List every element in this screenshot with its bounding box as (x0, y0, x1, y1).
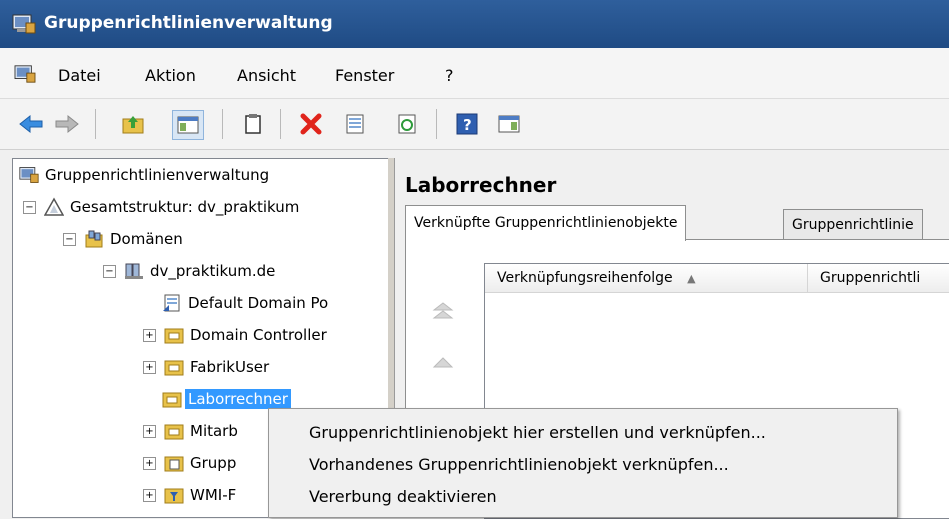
tree-item[interactable]: + Domain Controller (143, 325, 327, 345)
ou-folder-icon (162, 392, 182, 408)
tree-item-label: Default Domain Po (188, 294, 329, 312)
tree-root[interactable]: Gruppenrichtlinienverwaltung (19, 165, 269, 185)
tab-gpo-inheritance[interactable]: Gruppenrichtlinie (783, 209, 923, 240)
menu-aktion[interactable]: Aktion (145, 66, 196, 85)
gpmc-console-icon[interactable] (14, 64, 36, 84)
expand-icon[interactable]: + (143, 328, 156, 342)
forest-triangle-icon (44, 197, 64, 216)
tree-item-label: FabrikUser (190, 358, 270, 376)
properties-icon[interactable] (340, 110, 370, 138)
gpo-link-icon (163, 294, 180, 312)
tree-item[interactable]: + FabrikUser (143, 357, 269, 377)
column-header-link-order-label: Verknüpfungsreihenfolge (497, 270, 673, 286)
title-bar: Gruppenrichtlinienverwaltung (0, 0, 949, 48)
ou-folder-icon (164, 328, 184, 344)
up-folder-icon[interactable] (118, 110, 148, 138)
menu-datei[interactable]: Datei (58, 66, 101, 85)
expand-icon[interactable]: + (143, 360, 156, 374)
domain-icon (125, 263, 143, 279)
move-up-icon[interactable] (428, 352, 458, 374)
tree-item-selected[interactable]: Laborrechner (143, 389, 291, 409)
collapse-icon[interactable]: − (63, 232, 76, 246)
window-title: Gruppenrichtlinienverwaltung (44, 13, 333, 33)
move-top-icon[interactable] (428, 300, 458, 322)
copy-icon[interactable] (238, 110, 268, 138)
tree-root-label: Gruppenrichtlinienverwaltung (45, 166, 270, 184)
delete-icon[interactable] (296, 110, 326, 138)
tree-item-label: Grupp (190, 454, 237, 472)
sort-ascending-icon: ▲ (687, 272, 696, 285)
help-icon[interactable]: ? (452, 110, 482, 138)
show-hide-tree-icon[interactable] (172, 110, 204, 140)
column-header-link-order[interactable]: Verknüpfungsreihenfolge ▲ (485, 264, 808, 293)
wmi-filter-icon (164, 488, 184, 504)
expand-icon[interactable]: + (143, 488, 156, 502)
tree-domain-label: dv_praktikum.de (150, 262, 276, 280)
tree-item[interactable]: + Mitarb (143, 421, 238, 441)
expand-icon[interactable]: + (143, 456, 156, 470)
tree-item-label: Mitarb (190, 422, 238, 440)
context-menu: Gruppenrichtlinienobjekt hier erstellen … (268, 408, 898, 518)
ou-folder-icon (164, 360, 184, 376)
svg-text:?: ? (463, 116, 472, 134)
tree-domain[interactable]: − dv_praktikum.de (103, 261, 275, 281)
tree-item-label: Laborrechner (185, 389, 291, 409)
toolbar: ? (0, 99, 949, 150)
tree-item-label: WMI-F (190, 486, 237, 504)
tree-domains[interactable]: − Domänen (63, 229, 183, 249)
action-pane-icon[interactable] (494, 110, 524, 138)
tree-domains-label: Domänen (110, 230, 183, 248)
menu-item-link-existing-gpo[interactable]: Vorhandenes Gruppenrichtlinienobjekt ver… (309, 455, 729, 474)
tree-item[interactable]: + WMI-F (143, 485, 236, 505)
column-header-gpo[interactable]: Gruppenrichtli (808, 264, 949, 293)
menu-fenster[interactable]: Fenster (335, 66, 394, 85)
tab-linked-gpos[interactable]: Verknüpfte Gruppenrichtlinienobjekte (405, 205, 687, 241)
collapse-icon[interactable]: − (23, 200, 36, 214)
domains-icon (85, 230, 103, 248)
tree-item-label: Domain Controller (190, 326, 327, 344)
tree-forest[interactable]: − Gesamtstruktur: dv_praktikum (23, 197, 299, 217)
gpo-container-icon (164, 456, 184, 472)
menu-item-block-inheritance[interactable]: Vererbung deaktivieren (309, 487, 497, 506)
gpmc-console-icon (12, 14, 36, 34)
ou-folder-icon (164, 424, 184, 440)
gpmc-console-icon (19, 167, 39, 183)
tree-forest-label: Gesamtstruktur: dv_praktikum (70, 198, 300, 216)
menu-item-create-and-link-gpo[interactable]: Gruppenrichtlinienobjekt hier erstellen … (309, 423, 766, 442)
collapse-icon[interactable]: − (103, 264, 116, 278)
column-header-gpo-label: Gruppenrichtli (820, 270, 921, 286)
forward-arrow-icon[interactable] (52, 110, 82, 138)
menu-ansicht[interactable]: Ansicht (237, 66, 296, 85)
refresh-icon[interactable] (392, 110, 422, 138)
tree-item[interactable]: Default Domain Po (143, 293, 328, 313)
expand-icon[interactable]: + (143, 424, 156, 438)
menu-help[interactable]: ? (445, 66, 454, 85)
tree-item[interactable]: + Grupp (143, 453, 236, 473)
menu-bar: Datei Aktion Ansicht Fenster ? (0, 48, 949, 99)
details-heading: Laborrechner (405, 173, 557, 197)
back-arrow-icon[interactable] (16, 110, 46, 138)
